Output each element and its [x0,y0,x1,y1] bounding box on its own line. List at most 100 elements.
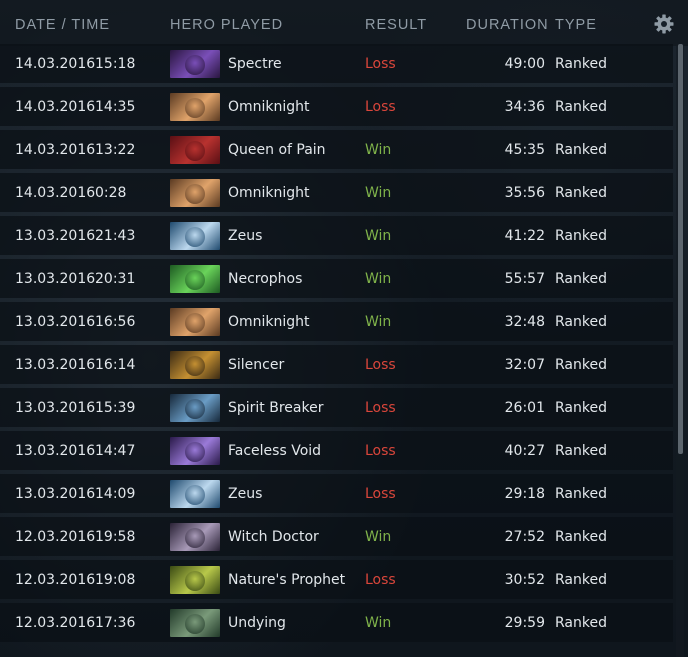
hero-face [185,55,205,75]
match-row[interactable]: 13.03.2016 16:14 Silencer Loss 32:07 Ranked [0,345,673,384]
match-time: 16:56 [95,314,136,330]
header-duration[interactable]: DURATION [466,17,549,33]
match-result: Win [365,185,392,201]
match-time: 15:18 [95,56,136,72]
header-hero-played[interactable]: HERO PLAYED [170,17,283,33]
hero-portrait-omniknight [170,93,220,121]
match-row[interactable]: 13.03.2016 14:47 Faceless Void Loss 40:27 Ran… [0,431,673,470]
match-time: 20:31 [95,271,136,287]
hero-face [185,313,205,333]
match-type: Ranked [555,99,607,115]
match-date: 13.03.2016 [15,486,96,502]
match-result: Loss [365,443,396,459]
match-row[interactable]: 13.03.2016 16:56 Omniknight Win 32:48 Ranked [0,302,673,341]
hero-portrait-zeus [170,480,220,508]
hero-face [185,399,205,419]
hero-portrait-spirit-breaker [170,394,220,422]
hero-name: Silencer [228,357,285,373]
match-row[interactable]: 13.03.2016 14:09 Zeus Loss 29:18 Ranked [0,474,673,513]
hero-face [185,141,205,161]
match-time: 17:36 [95,615,136,631]
match-result: Win [365,271,392,287]
hero-name: Spirit Breaker [228,400,324,416]
hero-name: Undying [228,615,286,631]
hero-name: Zeus [228,486,263,502]
match-date: 14.03.2016 [15,99,96,115]
match-time: 16:14 [95,357,136,373]
match-date: 13.03.2016 [15,271,96,287]
match-row[interactable]: 14.03.2016 15:18 Spectre Loss 49:00 Ranked [0,44,673,83]
hero-portrait-undying [170,609,220,637]
match-time: 14:09 [95,486,136,502]
match-type: Ranked [555,357,607,373]
match-time: 19:58 [95,529,136,545]
hero-portrait-omniknight [170,308,220,336]
match-time: 14:35 [95,99,136,115]
match-date: 14.03.2016 [15,185,96,201]
match-type: Ranked [555,443,607,459]
match-type: Ranked [555,142,607,158]
match-duration: 29:18 [504,486,545,502]
match-row[interactable]: 14.03.2016 0:28 Omniknight Win 35:56 Ranked [0,173,673,212]
hero-name: Spectre [228,56,282,72]
hero-face [185,356,205,376]
hero-portrait-zeus [170,222,220,250]
header-type[interactable]: TYPE [555,17,597,33]
table-header: DATE / TIME HERO PLAYED RESULT DURATION … [0,0,688,46]
hero-portrait-faceless-void [170,437,220,465]
match-duration: 27:52 [504,529,545,545]
gear-icon[interactable] [654,14,674,34]
match-history-panel: DATE / TIME HERO PLAYED RESULT DURATION … [0,0,688,657]
match-result: Win [365,615,392,631]
match-result: Win [365,529,392,545]
match-type: Ranked [555,185,607,201]
match-duration: 55:57 [504,271,545,287]
match-row[interactable]: 13.03.2016 21:43 Zeus Win 41:22 Ranked [0,216,673,255]
hero-face [185,98,205,118]
match-result: Win [365,142,392,158]
match-duration: 29:59 [504,615,545,631]
match-row[interactable]: 14.03.2016 13:22 Queen of Pain Win 45:35 Rank… [0,130,673,169]
match-type: Ranked [555,228,607,244]
hero-face [185,485,205,505]
match-duration: 34:36 [504,99,545,115]
match-type: Ranked [555,400,607,416]
match-result: Loss [365,400,396,416]
hero-name: Omniknight [228,314,310,330]
match-type: Ranked [555,271,607,287]
match-duration: 45:35 [504,142,545,158]
match-row[interactable]: 13.03.2016 15:39 Spirit Breaker Loss 26:01 Ra… [0,388,673,427]
scrollbar-thumb[interactable] [678,44,683,454]
hero-portrait-omniknight [170,179,220,207]
match-type: Ranked [555,572,607,588]
match-result: Loss [365,357,396,373]
match-time: 0:28 [95,185,127,201]
match-type: Ranked [555,486,607,502]
match-time: 19:08 [95,572,136,588]
hero-name: Witch Doctor [228,529,319,545]
match-row[interactable]: 14.03.2016 14:35 Omniknight Loss 34:36 Ranked [0,87,673,126]
match-row[interactable]: 12.03.2016 19:08 Nature's Prophet Loss 30:52… [0,560,673,599]
match-row[interactable]: 13.03.2016 20:31 Necrophos Win 55:57 Ranked [0,259,673,298]
match-date: 13.03.2016 [15,400,96,416]
hero-face [185,571,205,591]
hero-portrait-nature-s-prophet [170,566,220,594]
match-list: 14.03.2016 15:18 Spectre Loss 49:00 Ranked 14.… [0,44,673,646]
hero-portrait-queen-of-pain [170,136,220,164]
match-type: Ranked [555,56,607,72]
match-date: 13.03.2016 [15,228,96,244]
match-row[interactable]: 12.03.2016 17:36 Undying Win 29:59 Ranked [0,603,673,642]
hero-face [185,184,205,204]
hero-portrait-spectre [170,50,220,78]
hero-face [185,270,205,290]
hero-face [185,614,205,634]
match-result: Loss [365,56,396,72]
hero-face [185,442,205,462]
match-duration: 49:00 [504,56,545,72]
hero-name: Omniknight [228,185,310,201]
match-result: Loss [365,572,396,588]
match-duration: 30:52 [504,572,545,588]
header-result[interactable]: RESULT [365,17,427,33]
match-row[interactable]: 12.03.2016 19:58 Witch Doctor Win 27:52 Ranke… [0,517,673,556]
header-date-time[interactable]: DATE / TIME [15,17,110,33]
